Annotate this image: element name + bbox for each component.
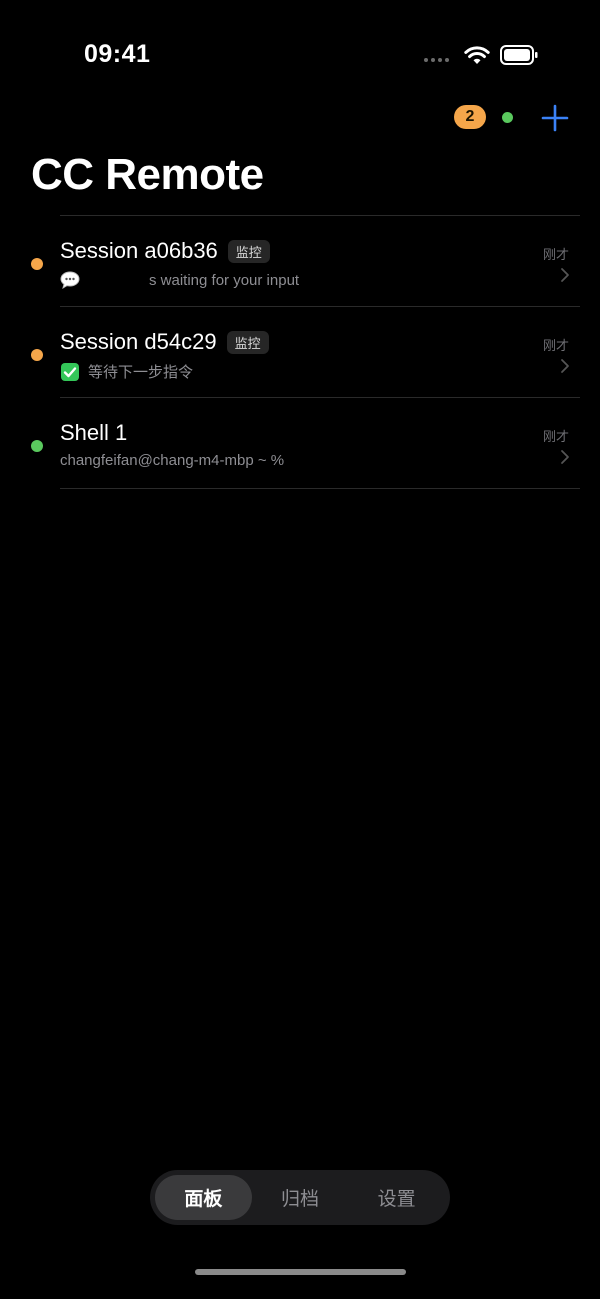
list-item-session-a06b36[interactable]: Session a06b36 监控 s waiting for your inp… — [0, 216, 600, 306]
speech-bubble-icon — [60, 271, 80, 290]
page-title: CC Remote — [31, 150, 264, 199]
monitor-tag: 监控 — [227, 239, 270, 263]
battery-icon — [500, 45, 538, 65]
status-dot — [31, 349, 43, 361]
session-title: Shell 1 — [60, 420, 128, 445]
session-time: 刚才 — [542, 247, 569, 262]
chevron-right-icon — [561, 450, 569, 464]
session-time: 刚才 — [542, 338, 569, 353]
list-item-shell-1[interactable]: Shell 1 changfeifan@chang-m4-mbp ~ % 刚才 — [0, 398, 600, 488]
session-subtitle: s waiting for your input — [60, 270, 299, 290]
status-dot — [31, 440, 43, 452]
list-item-session-d54c29[interactable]: Session d54c29 监控 等待下一步指令 刚才 — [0, 307, 600, 397]
pending-count-badge[interactable]: 2 — [454, 105, 486, 129]
tab-bar: 面板 归档 设置 — [150, 1170, 450, 1225]
status-dot — [31, 258, 43, 270]
chevron-right-icon — [561, 359, 569, 373]
cellular-signal-icon — [424, 58, 449, 62]
check-mark-icon — [61, 362, 79, 381]
plus-icon[interactable] — [540, 103, 570, 133]
session-title: Session a06b36 — [60, 238, 218, 263]
tab-settings[interactable]: 设置 — [348, 1175, 445, 1220]
tab-dashboard[interactable]: 面板 — [155, 1175, 252, 1220]
status-time: 09:41 — [84, 40, 151, 68]
session-list: Session a06b36 监控 s waiting for your inp… — [0, 215, 600, 489]
session-title: Session d54c29 — [60, 329, 217, 354]
home-indicator[interactable] — [195, 1269, 406, 1275]
session-subtitle-text: s waiting for your input — [149, 271, 300, 289]
wifi-icon — [464, 46, 490, 64]
status-bar: 09:41 — [0, 0, 600, 110]
session-subtitle: changfeifan@chang-m4-mbp ~ % — [60, 452, 284, 469]
monitor-tag: 监控 — [226, 330, 269, 354]
tab-archive[interactable]: 归档 — [252, 1175, 349, 1220]
list-divider — [60, 488, 580, 489]
session-subtitle: 等待下一步指令 — [60, 361, 193, 382]
connection-status-icon — [502, 112, 513, 123]
session-subtitle-text: changfeifan@chang-m4-mbp ~ % — [60, 452, 285, 469]
session-time: 刚才 — [542, 429, 569, 444]
session-subtitle-text: 等待下一步指令 — [88, 364, 194, 381]
chevron-right-icon — [561, 268, 569, 282]
